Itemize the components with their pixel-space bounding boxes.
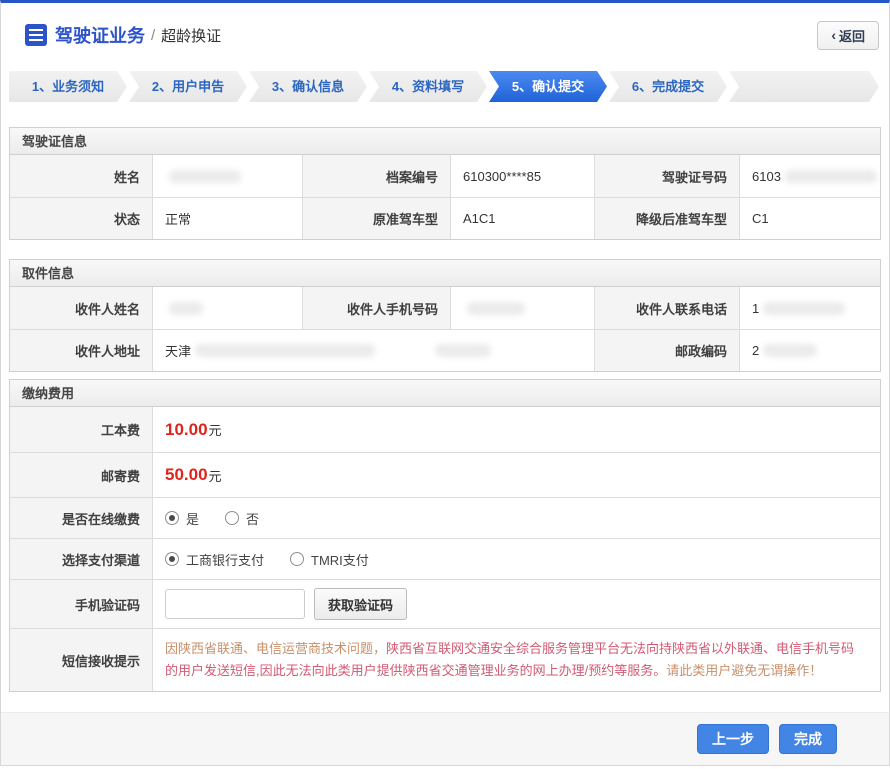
fee-row-mail: 邮寄费 50.00 元 xyxy=(10,452,880,497)
field-recipient-phone-label: 收件人联系电话 xyxy=(594,287,739,329)
field-postal-code-label: 邮政编码 xyxy=(594,330,739,371)
table-row: 状态 正常 原准驾车型 A1C1 降级后准驾车型 C1 xyxy=(10,197,880,239)
pay-channel-options: 工商银行支付 TMRI支付 xyxy=(152,539,880,579)
step-3: 3、确认信息 xyxy=(249,71,367,102)
field-original-class-label: 原准驾车型 xyxy=(302,198,450,239)
field-license-no-value: 6103 xyxy=(739,155,880,197)
page-title: 驾驶证业务 xyxy=(55,22,145,48)
field-downgraded-class-label: 降级后准驾车型 xyxy=(594,198,739,239)
back-button[interactable]: ‹ 返回 xyxy=(817,21,879,50)
sms-code-input[interactable] xyxy=(165,589,305,619)
table-row: 收件人姓名 收件人手机号码 收件人联系电话 1 xyxy=(10,287,880,329)
previous-step-button[interactable]: 上一步 xyxy=(697,724,769,754)
section-title: 驾驶证信息 xyxy=(10,128,880,155)
redacted-blur xyxy=(169,302,203,315)
chevron-left-icon: ‹ xyxy=(831,27,836,43)
form-list-icon xyxy=(25,24,47,46)
redacted-blur xyxy=(763,344,817,357)
field-file-no-value: 610300****85 xyxy=(450,155,594,197)
step-wizard: 1、业务须知 2、用户申告 3、确认信息 4、资料填写 5、确认提交 6、完成提… xyxy=(9,71,881,102)
field-downgraded-class-value: C1 xyxy=(739,198,880,239)
field-status-label: 状态 xyxy=(10,198,152,239)
section-title: 取件信息 xyxy=(10,260,880,287)
section-title: 缴纳费用 xyxy=(10,380,880,407)
field-file-no-label: 档案编号 xyxy=(302,155,450,197)
sms-notice-text: 因陕西省联通、电信运营商技术问题，陕西省互联网交通安全综合服务管理平台无法向持陕… xyxy=(153,629,880,691)
field-recipient-address-value: 天津 xyxy=(152,330,594,371)
radio-online-pay-no[interactable]: 否 xyxy=(225,509,259,528)
pay-channel-label: 选择支付渠道 xyxy=(10,539,152,579)
section-license-info: 驾驶证信息 姓名 档案编号 610300****85 驾驶证号码 6103 状态… xyxy=(9,127,881,240)
field-recipient-name-label: 收件人姓名 xyxy=(10,287,152,329)
step-filler xyxy=(729,71,879,102)
step-4: 4、资料填写 xyxy=(369,71,487,102)
sms-code-controls: 获取验证码 xyxy=(152,580,880,628)
sms-code-label: 手机验证码 xyxy=(10,580,152,628)
work-fee-label: 工本费 xyxy=(10,407,152,452)
field-license-no-label: 驾驶证号码 xyxy=(594,155,739,197)
radio-channel-tmri[interactable]: TMRI支付 xyxy=(290,550,369,569)
table-row: 姓名 档案编号 610300****85 驾驶证号码 6103 xyxy=(10,155,880,197)
finish-button[interactable]: 完成 xyxy=(779,724,837,754)
online-pay-label: 是否在线缴费 xyxy=(10,498,152,538)
radio-icon xyxy=(165,511,179,525)
work-fee-value: 10.00 元 xyxy=(152,407,880,452)
field-recipient-phone-value: 1 xyxy=(739,287,880,329)
mail-fee-label: 邮寄费 xyxy=(10,453,152,497)
online-pay-options: 是 否 xyxy=(152,498,880,538)
footer-action-bar: 上一步 完成 xyxy=(1,712,889,765)
page: 驾驶证业务 / 超龄换证 ‹ 返回 1、业务须知 2、用户申告 3、确认信息 4… xyxy=(0,0,890,769)
field-name-value xyxy=(152,155,302,197)
step-1: 1、业务须知 xyxy=(9,71,127,102)
fee-row-work: 工本费 10.00 元 xyxy=(10,407,880,452)
mail-fee-unit: 元 xyxy=(209,466,222,485)
step-5: 5、确认提交 xyxy=(489,71,607,102)
radio-channel-icbc[interactable]: 工商银行支付 xyxy=(165,550,264,569)
sms-notice-row: 短信接收提示 因陕西省联通、电信运营商技术问题，陕西省互联网交通安全综合服务管理… xyxy=(10,628,880,691)
sms-code-row: 手机验证码 获取验证码 xyxy=(10,579,880,628)
redacted-blur xyxy=(785,170,877,183)
online-pay-row: 是否在线缴费 是 否 xyxy=(10,497,880,538)
get-sms-code-button[interactable]: 获取验证码 xyxy=(314,588,407,620)
table-row: 收件人地址 天津 邮政编码 2 xyxy=(10,329,880,371)
section-pickup-info: 取件信息 收件人姓名 收件人手机号码 收件人联系电话 1 收件人地址 天津 邮政… xyxy=(9,259,881,372)
sms-notice-label: 短信接收提示 xyxy=(10,629,152,691)
work-fee-amount: 10.00 xyxy=(165,420,208,440)
content-frame: 驾驶证业务 / 超龄换证 ‹ 返回 1、业务须知 2、用户申告 3、确认信息 4… xyxy=(0,0,890,766)
sms-notice-value: 因陕西省联通、电信运营商技术问题，陕西省互联网交通安全综合服务管理平台无法向持陕… xyxy=(152,629,880,691)
radio-icon xyxy=(290,552,304,566)
field-recipient-name-value xyxy=(152,287,302,329)
radio-online-pay-yes[interactable]: 是 xyxy=(165,509,199,528)
step-6: 6、完成提交 xyxy=(609,71,727,102)
header: 驾驶证业务 / 超龄换证 ‹ 返回 xyxy=(1,3,889,67)
redacted-blur xyxy=(195,344,375,357)
field-status-value: 正常 xyxy=(152,198,302,239)
section-payment-fees: 缴纳费用 工本费 10.00 元 邮寄费 50.00 元 是否在线缴费 xyxy=(9,379,881,692)
step-2: 2、用户申告 xyxy=(129,71,247,102)
field-recipient-address-label: 收件人地址 xyxy=(10,330,152,371)
pay-channel-row: 选择支付渠道 工商银行支付 TMRI支付 xyxy=(10,538,880,579)
field-postal-code-value: 2 xyxy=(739,330,880,371)
mail-fee-amount: 50.00 xyxy=(165,465,208,485)
field-original-class-value: A1C1 xyxy=(450,198,594,239)
breadcrumb-divider: / xyxy=(151,27,155,44)
back-button-label: 返回 xyxy=(839,26,865,45)
redacted-blur xyxy=(435,344,491,357)
redacted-blur xyxy=(169,170,241,183)
radio-icon xyxy=(165,552,179,566)
field-recipient-mobile-value xyxy=(450,287,594,329)
mail-fee-value: 50.00 元 xyxy=(152,453,880,497)
radio-icon xyxy=(225,511,239,525)
redacted-blur xyxy=(467,302,525,315)
field-name-label: 姓名 xyxy=(10,155,152,197)
field-recipient-mobile-label: 收件人手机号码 xyxy=(302,287,450,329)
breadcrumb-current: 超龄换证 xyxy=(161,25,221,46)
work-fee-unit: 元 xyxy=(209,420,222,439)
redacted-blur xyxy=(763,302,845,315)
